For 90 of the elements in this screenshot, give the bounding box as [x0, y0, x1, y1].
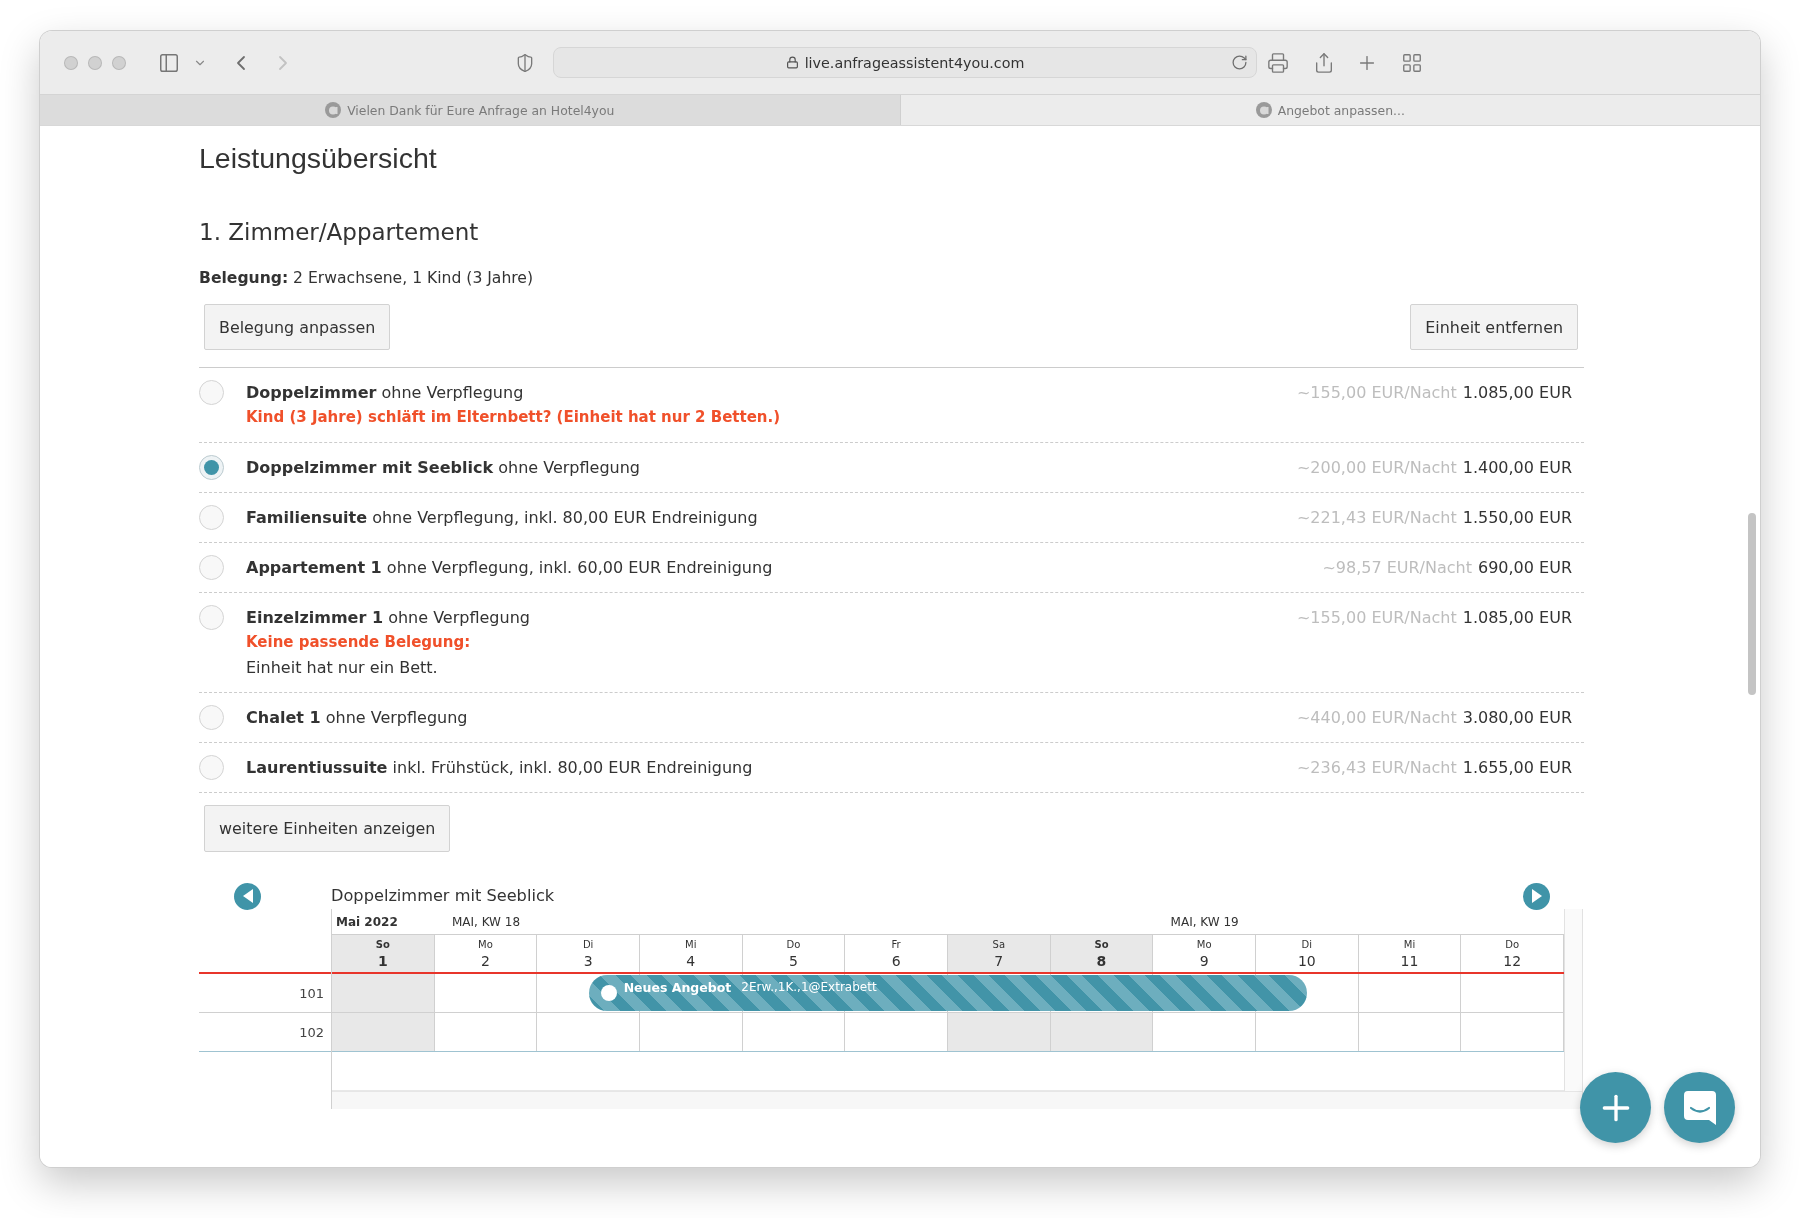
browser-tab[interactable]: Angebot anpassen... — [899, 95, 1760, 125]
date-label: 12 — [1503, 951, 1522, 970]
triangle-left-icon — [242, 889, 253, 903]
radio-button[interactable] — [199, 705, 224, 730]
offer-details: 2Erw.,1K.,1@Extrabett — [741, 980, 877, 994]
radio-button[interactable] — [199, 455, 224, 480]
occupancy-text: Belegung: 2 Erwachsene, 1 Kind (3 Jahre) — [199, 268, 535, 289]
adjust-occupancy-button[interactable]: Belegung anpassen — [204, 304, 391, 350]
date-label: 4 — [686, 951, 696, 970]
show-more-button[interactable]: weitere Einheiten anzeigen — [204, 805, 451, 852]
warning-text: Keine passende Belegung: — [246, 632, 472, 653]
price-per-night: ~221,43 EUR/Nacht — [1296, 507, 1457, 529]
room-number: 101 — [199, 974, 331, 1013]
option-label: Einzelzimmer 1 ohne Verpflegung — [246, 607, 531, 629]
warning-text: Kind (3 Jahre) schläft im Elternbett? (Einheit hat nur 2 Betten.) — [246, 407, 782, 428]
weekday-label: So — [1094, 937, 1109, 952]
radio-button[interactable] — [199, 755, 224, 780]
note-text: Einheit hat nur ein Bett. — [246, 657, 439, 679]
date-label: 1 — [377, 951, 388, 970]
dot-icon — [600, 985, 617, 1001]
weekday-label: Di — [582, 937, 594, 952]
date-label: 5 — [789, 951, 798, 970]
address-field[interactable]: live.anfrageassistent4you.com — [553, 47, 1257, 78]
window-control-button[interactable] — [64, 55, 78, 70]
week-label: MAI, KW 18 — [451, 914, 521, 929]
total-price: 3.080,00 EUR — [1462, 707, 1572, 729]
total-price: 1.400,00 EUR — [1462, 457, 1572, 479]
page-title: Leistungsübersicht — [199, 141, 438, 175]
total-price: 1.550,00 EUR — [1462, 507, 1572, 529]
weekday-label: So — [375, 937, 390, 952]
shield-icon[interactable] — [515, 52, 535, 73]
lock-icon — [785, 56, 799, 69]
date-label: 9 — [1199, 951, 1209, 970]
option-label: Laurentiussuite inkl. Frühstück, inkl. 80,00 EUR Endreinigung — [246, 757, 754, 779]
favicon-icon — [325, 102, 342, 118]
remove-unit-button[interactable]: Einheit entfernen — [1410, 304, 1578, 350]
weekday-label: Mi — [685, 937, 697, 952]
weekday-label: Mo — [1196, 937, 1212, 952]
printer-icon[interactable] — [1267, 51, 1289, 74]
date-label: 7 — [994, 951, 1004, 970]
weekday-label: Fr — [891, 937, 901, 952]
radio-button[interactable] — [199, 505, 224, 530]
date-label: 11 — [1400, 951, 1419, 970]
scrollbar-thumb[interactable] — [1748, 513, 1756, 695]
total-price: 1.655,00 EUR — [1462, 757, 1572, 779]
calendar-title: Doppelzimmer mit Seeblick — [331, 885, 555, 907]
chat-bubble-icon — [1683, 1090, 1716, 1125]
price-per-night: ~236,43 EUR/Nacht — [1296, 757, 1457, 779]
triangle-right-icon — [1531, 889, 1542, 903]
option-label: Appartement 1 ohne Verpflegung, inkl. 60,00 EUR Endreinigung — [246, 557, 774, 579]
date-label: 10 — [1297, 951, 1316, 970]
week-label: MAI, KW 19 — [1170, 914, 1239, 929]
window-control-button[interactable] — [112, 55, 126, 70]
radio-button[interactable] — [199, 605, 224, 630]
favicon-icon — [1255, 102, 1272, 118]
option-label: Doppelzimmer mit Seeblick ohne Verpflegung — [246, 457, 641, 479]
sidebar-icon[interactable] — [158, 51, 180, 74]
window-control-button[interactable] — [88, 55, 102, 70]
room-number: 102 — [199, 1013, 331, 1052]
price-per-night: ~155,00 EUR/Nacht — [1296, 382, 1457, 404]
previous-button[interactable] — [234, 882, 261, 910]
offer-title: Neues Angebot — [623, 979, 732, 995]
total-price: 1.085,00 EUR — [1462, 382, 1572, 404]
total-price: 1.085,00 EUR — [1462, 607, 1572, 629]
date-label: 2 — [481, 951, 490, 970]
weekday-label: Mo — [478, 937, 493, 952]
price-per-night: ~98,57 EUR/Nacht — [1322, 557, 1472, 579]
section-heading: 1. Zimmer/Appartement — [199, 218, 480, 247]
weekday-label: Mi — [1403, 937, 1416, 952]
option-label: Doppelzimmer ohne Verpflegung — [246, 382, 525, 404]
date-label: 6 — [891, 951, 901, 970]
reload-icon[interactable] — [1231, 54, 1248, 71]
date-label: 8 — [1096, 951, 1107, 970]
option-label: Familiensuite ohne Verpflegung, inkl. 80,00 EUR Endreinigung — [246, 507, 759, 529]
month-label: Mai 2022 — [335, 914, 398, 929]
next-button[interactable] — [1523, 882, 1550, 910]
price-per-night: ~440,00 EUR/Nacht — [1296, 707, 1457, 729]
share-icon[interactable] — [1313, 51, 1335, 74]
price-per-night: ~155,00 EUR/Nacht — [1296, 607, 1457, 629]
radio-button[interactable] — [199, 380, 224, 405]
weekday-label: Sa — [992, 937, 1006, 952]
weekday-label: Do — [1505, 937, 1520, 952]
weekday-label: Do — [786, 937, 801, 952]
total-price: 690,00 EUR — [1478, 557, 1572, 579]
option-label: Chalet 1 ohne Verpflegung — [246, 707, 469, 729]
price-per-night: ~200,00 EUR/Nacht — [1296, 457, 1457, 479]
weekday-label: Di — [1301, 937, 1313, 952]
grid-icon[interactable] — [1401, 51, 1423, 74]
radio-button[interactable] — [199, 555, 224, 580]
date-label: 3 — [583, 951, 593, 970]
